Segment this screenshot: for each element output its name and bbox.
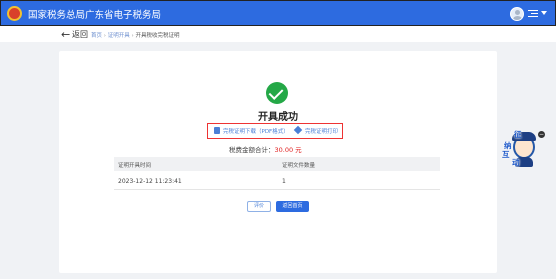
tax-emblem-icon — [7, 6, 22, 21]
cell-file-count: 1 — [282, 178, 286, 185]
assistant-widget[interactable]: 征 纳 互 动 — [499, 130, 539, 167]
back-arrow-icon[interactable]: ← — [61, 28, 70, 41]
close-icon[interactable]: − — [538, 131, 545, 138]
breadcrumb: 首页 › 证明开具 › 开具税收完税证明 — [91, 31, 179, 39]
evaluate-button[interactable]: 评价 — [247, 201, 271, 212]
menu-icon[interactable] — [528, 10, 540, 18]
chevron-down-icon[interactable] — [541, 11, 547, 15]
document-icon — [214, 127, 220, 134]
print-certificate-link[interactable]: 完税证明打印 — [305, 127, 338, 135]
success-title: 开具成功 — [258, 112, 298, 123]
table-header — [114, 157, 440, 171]
assistant-char: 征 — [514, 130, 522, 139]
column-header-time: 证明开具时间 — [118, 163, 152, 169]
column-header-count: 证明文件数量 — [282, 163, 316, 169]
download-pdf-link[interactable]: 完税证明下载（PDF格式） — [223, 127, 289, 135]
assistant-char: 互 — [502, 150, 510, 159]
breadcrumb-certificate[interactable]: 证明开具 — [108, 33, 130, 39]
tax-total-value: 30.00 元 — [274, 146, 302, 154]
tax-total: 税费金额合计：30.00 元 — [229, 144, 302, 154]
cell-issue-time: 2023-12-12 11:23:41 — [118, 178, 182, 185]
assistant-char: 动 — [512, 158, 520, 167]
user-avatar-icon[interactable] — [510, 7, 524, 21]
tax-total-label: 税费金额合计： — [229, 146, 275, 154]
site-title: 国家税务总局广东省电子税务局 — [28, 10, 162, 21]
top-bar: 国家税务总局广东省电子税务局 — [0, 0, 556, 26]
breadcrumb-current: 开具税收完税证明 — [135, 33, 180, 39]
breadcrumb-home[interactable]: 首页 — [91, 33, 102, 39]
back-button[interactable]: 返回 — [72, 29, 88, 40]
success-check-icon — [266, 82, 288, 104]
return-home-button[interactable]: 返回首页 — [276, 201, 309, 212]
